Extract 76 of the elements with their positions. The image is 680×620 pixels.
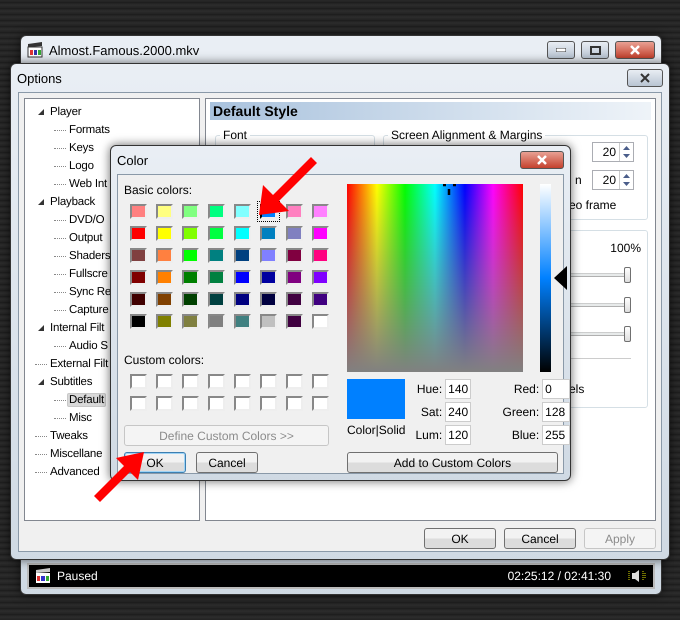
tree-item[interactable]: Output bbox=[67, 231, 104, 245]
number-spinner[interactable]: 20 bbox=[592, 142, 634, 162]
cancel-button[interactable]: Cancel bbox=[504, 528, 576, 549]
number-field[interactable]: 255 bbox=[542, 425, 570, 445]
section-label: Custom colors: bbox=[124, 353, 206, 367]
close-button[interactable] bbox=[520, 151, 564, 169]
cancel-button[interactable]: Cancel bbox=[196, 452, 258, 473]
close-button[interactable] bbox=[615, 41, 655, 59]
number-field[interactable]: 240 bbox=[445, 402, 472, 422]
tree-item[interactable]: Web Int bbox=[67, 177, 110, 191]
luminance-slider[interactable] bbox=[540, 184, 567, 372]
expanded-triangle-icon[interactable] bbox=[37, 198, 45, 206]
expanded-triangle-icon[interactable] bbox=[37, 108, 45, 116]
tree-item[interactable]: Shaders bbox=[67, 249, 112, 263]
number-field[interactable]: 140 bbox=[445, 379, 472, 399]
field-label: Blue: bbox=[510, 428, 540, 442]
tree-item[interactable]: External Filt bbox=[48, 357, 110, 371]
field-label: Green: bbox=[501, 405, 540, 419]
tree-item[interactable]: DVD/O bbox=[67, 213, 106, 227]
tree-item[interactable]: Fullscre bbox=[67, 267, 110, 281]
tree-item[interactable]: Playback bbox=[48, 195, 98, 209]
tree-item[interactable]: Audio S bbox=[67, 339, 110, 353]
close-icon bbox=[537, 155, 547, 165]
tree-item[interactable]: Tweaks bbox=[48, 429, 90, 443]
color-preview bbox=[347, 379, 406, 419]
number-field[interactable]: 0 bbox=[542, 379, 570, 399]
group-label: Screen Alignment & Margins bbox=[390, 128, 544, 142]
clapperboard-icon bbox=[35, 568, 51, 584]
ok-button[interactable]: OK bbox=[424, 528, 496, 549]
slider-thumb[interactable] bbox=[624, 266, 631, 283]
section-label: Basic colors: bbox=[124, 183, 194, 197]
number-field[interactable]: 120 bbox=[445, 425, 472, 445]
slider-thumb[interactable] bbox=[624, 326, 631, 342]
time-readout: 02:25:12 / 02:41:30 bbox=[508, 569, 611, 583]
tree-item[interactable]: Default bbox=[67, 393, 106, 407]
speaker-icon[interactable] bbox=[627, 569, 647, 583]
field-label: Lum: bbox=[415, 428, 442, 442]
field-label: Sat: bbox=[420, 405, 442, 419]
close-button[interactable] bbox=[627, 69, 663, 87]
field-label: Hue: bbox=[416, 382, 442, 396]
tree-item[interactable]: Internal Filt bbox=[48, 321, 106, 335]
clapperboard-icon bbox=[27, 42, 43, 58]
slider-thumb[interactable] bbox=[624, 296, 631, 313]
tree-item[interactable]: Misc bbox=[67, 411, 94, 425]
field-label: Red: bbox=[512, 382, 540, 396]
tree-item[interactable]: Formats bbox=[67, 123, 112, 137]
tree-item[interactable]: Miscellane bbox=[48, 447, 104, 461]
tree-item[interactable]: Capture bbox=[67, 303, 111, 317]
tree-item[interactable]: Subtitles bbox=[48, 375, 94, 389]
page-header: Default Style bbox=[210, 102, 651, 120]
dialog-title: Color bbox=[117, 152, 148, 168]
tree-item[interactable]: Advanced bbox=[48, 465, 102, 479]
tree-item[interactable]: Logo bbox=[67, 159, 96, 173]
playback-status: Paused bbox=[57, 569, 98, 583]
luminance-slider-thumb[interactable] bbox=[554, 266, 567, 290]
number-spinner[interactable]: 20 bbox=[592, 170, 634, 190]
minimize-button[interactable] bbox=[547, 41, 575, 59]
tree-item[interactable]: Keys bbox=[67, 141, 96, 155]
minimize-icon bbox=[556, 48, 566, 52]
number-field[interactable]: 128 bbox=[542, 402, 570, 422]
window-title: Options bbox=[17, 70, 62, 86]
tree-item[interactable]: Sync Re bbox=[67, 285, 114, 299]
preview-label: Color|Solid bbox=[347, 423, 406, 437]
color-spectrum[interactable] bbox=[347, 184, 523, 372]
group-label: Font bbox=[222, 128, 248, 142]
percent-label: 100% bbox=[610, 241, 641, 256]
maximize-icon bbox=[590, 46, 600, 54]
expanded-triangle-icon[interactable] bbox=[37, 378, 45, 386]
close-icon bbox=[630, 45, 640, 55]
expanded-triangle-icon[interactable] bbox=[37, 324, 45, 332]
tree-item[interactable]: Player bbox=[48, 105, 84, 119]
window-title: Almost.Famous.2000.mkv bbox=[49, 42, 200, 58]
spinner-label: n bbox=[575, 173, 583, 187]
close-icon bbox=[640, 73, 650, 83]
add-to-custom-colors-button[interactable]: Add to Custom Colors bbox=[347, 452, 558, 473]
maximize-button[interactable] bbox=[581, 41, 609, 59]
